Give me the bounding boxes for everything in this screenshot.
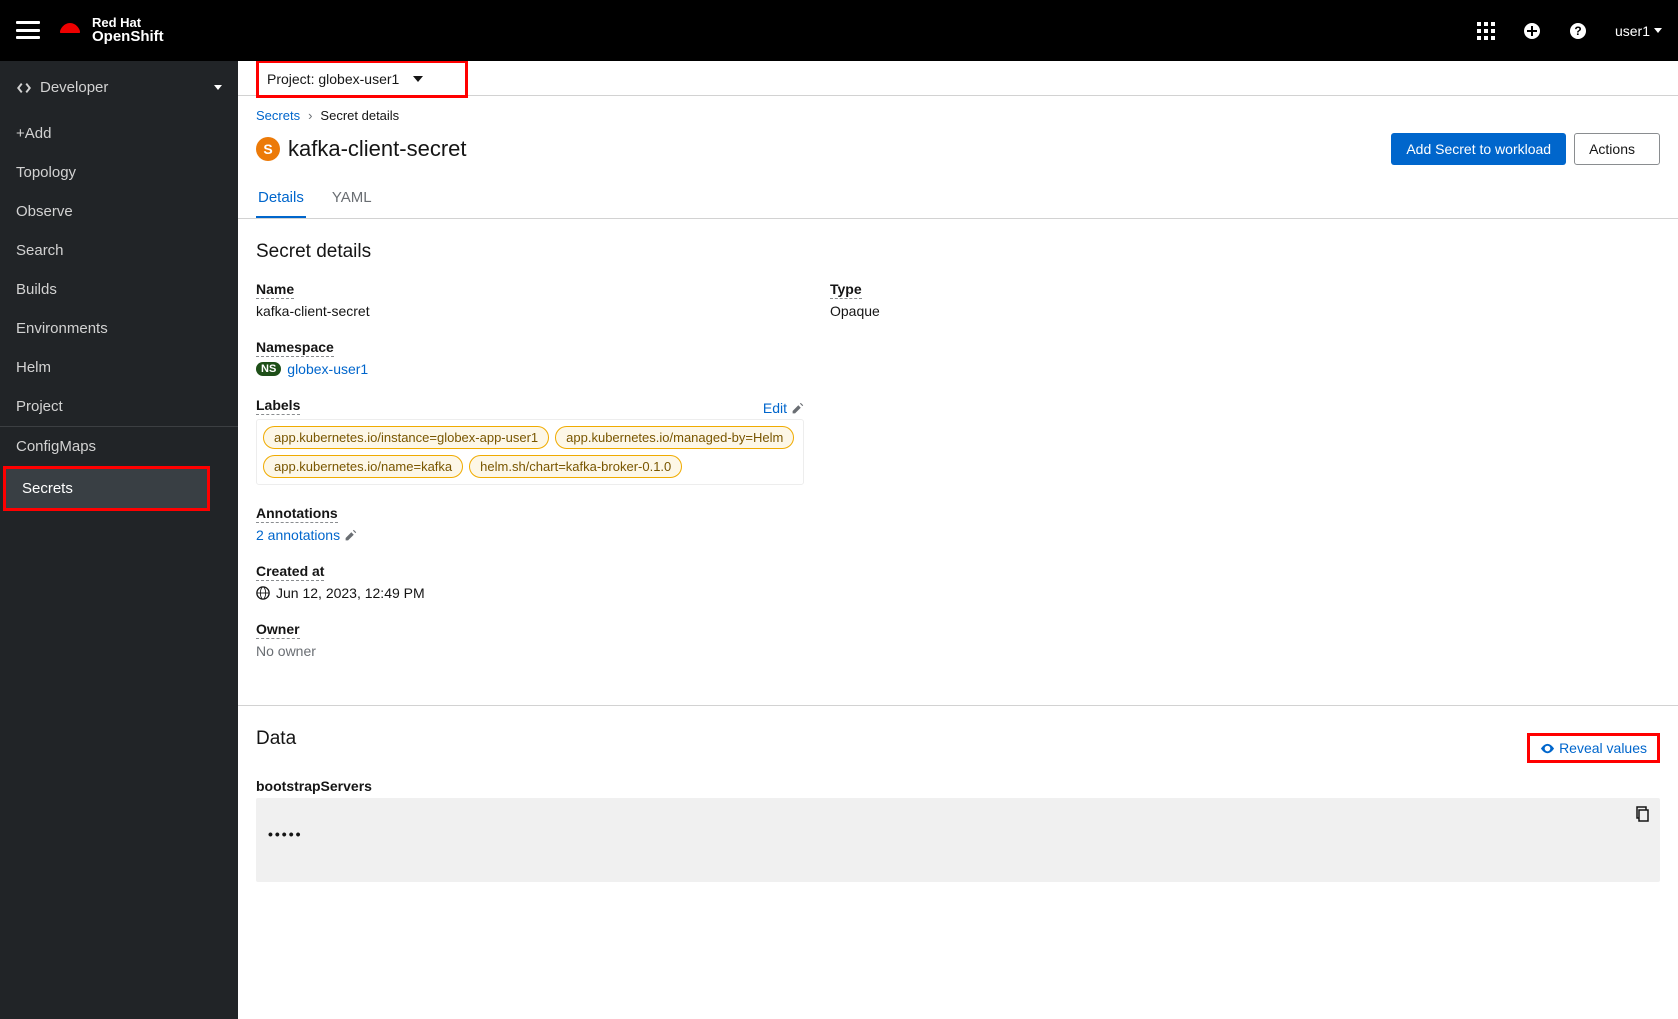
svg-text:?: ? — [1574, 24, 1581, 38]
brand[interactable]: Red Hat OpenShift — [56, 16, 164, 45]
brand-line2: OpenShift — [92, 29, 164, 45]
masthead: Red Hat OpenShift ? user1 — [0, 0, 1678, 61]
sidebar-item-project[interactable]: Project — [0, 387, 238, 426]
created-label: Created at — [256, 563, 324, 581]
details-heading: Secret details — [256, 241, 1660, 263]
details-section: Secret details Name kafka-client-secret … — [238, 219, 1678, 705]
sidebar-item-helm[interactable]: Helm — [0, 348, 238, 387]
pencil-icon[interactable] — [344, 529, 357, 542]
brand-line1: Red Hat — [92, 16, 164, 30]
page-title: kafka-client-secret — [288, 136, 467, 162]
edit-label: Edit — [763, 400, 787, 416]
labels-box: app.kubernetes.io/instance=globex-app-us… — [256, 419, 804, 485]
sidebar-item-configmaps[interactable]: ConfigMaps — [0, 427, 238, 466]
chevron-down-icon — [1654, 28, 1662, 33]
labels-edit-button[interactable]: Edit — [763, 400, 804, 416]
masthead-right: ? user1 — [1477, 22, 1662, 40]
actions-label: Actions — [1589, 141, 1635, 157]
label-chip[interactable]: helm.sh/chart=kafka-broker-0.1.0 — [469, 455, 682, 478]
data-key: bootstrapServers — [256, 778, 1660, 794]
brand-text: Red Hat OpenShift — [92, 16, 164, 45]
project-bar: Project: globex-user1 — [238, 61, 1678, 96]
tab-yaml[interactable]: YAML — [330, 179, 374, 218]
project-name: globex-user1 — [318, 71, 399, 87]
namespace-badge: NS — [256, 362, 281, 376]
data-heading: Data — [256, 728, 296, 750]
created-value: Jun 12, 2023, 12:49 PM — [276, 585, 425, 601]
breadcrumb-root[interactable]: Secrets — [256, 108, 300, 123]
copy-icon[interactable] — [1634, 806, 1650, 822]
label-chip[interactable]: app.kubernetes.io/name=kafka — [263, 455, 463, 478]
sidebar-item-environments[interactable]: Environments — [0, 309, 238, 348]
tabs: Details YAML — [238, 179, 1678, 219]
sidebar-item-topology[interactable]: Topology — [0, 153, 238, 192]
perspective-label: Developer — [40, 79, 108, 96]
tab-details[interactable]: Details — [256, 179, 306, 218]
sidebar-item-observe[interactable]: Observe — [0, 192, 238, 231]
annotations-link[interactable]: 2 annotations — [256, 527, 340, 543]
sidebar-item-builds[interactable]: Builds — [0, 270, 238, 309]
data-section: Data Reveal values bootstrapServers ••••… — [238, 706, 1678, 908]
label-chip[interactable]: app.kubernetes.io/instance=globex-app-us… — [263, 426, 549, 449]
label-chip[interactable]: app.kubernetes.io/managed-by=Helm — [555, 426, 794, 449]
resource-badge: S — [256, 137, 280, 161]
namespace-label: Namespace — [256, 339, 334, 357]
help-icon[interactable]: ? — [1569, 22, 1587, 40]
labels-label: Labels — [256, 397, 300, 415]
add-secret-to-workload-button[interactable]: Add Secret to workload — [1391, 133, 1566, 165]
type-label: Type — [830, 281, 862, 299]
sidebar-item-search[interactable]: Search — [0, 231, 238, 270]
masked-value: ••••• — [268, 826, 1648, 842]
plus-circle-icon[interactable] — [1523, 22, 1541, 40]
hamburger-icon[interactable] — [16, 21, 40, 39]
project-selector[interactable]: Project: globex-user1 — [259, 63, 437, 95]
project-prefix: Project: — [267, 71, 314, 87]
data-value-box: ••••• — [256, 798, 1660, 882]
eye-icon — [1540, 741, 1555, 756]
title-row: S kafka-client-secret Add Secret to work… — [256, 133, 1660, 179]
annotations-label: Annotations — [256, 505, 338, 523]
redhat-hat-icon — [56, 20, 84, 40]
owner-value: No owner — [256, 643, 830, 659]
chevron-down-icon — [214, 85, 222, 90]
pencil-icon — [791, 402, 804, 415]
breadcrumb-separator: › — [308, 108, 312, 123]
name-value: kafka-client-secret — [256, 303, 830, 319]
sidebar-item-add[interactable]: +Add — [0, 114, 238, 153]
name-label: Name — [256, 281, 294, 299]
perspective-switcher[interactable]: Developer — [0, 61, 238, 114]
user-name: user1 — [1615, 23, 1650, 39]
user-menu[interactable]: user1 — [1615, 23, 1662, 39]
content: Project: globex-user1 Secrets › Secret d… — [238, 61, 1678, 1019]
masthead-left: Red Hat OpenShift — [16, 16, 164, 45]
owner-label: Owner — [256, 621, 300, 639]
reveal-label: Reveal values — [1559, 740, 1647, 756]
breadcrumb-current: Secret details — [320, 108, 399, 123]
globe-icon — [256, 586, 270, 600]
namespace-link[interactable]: globex-user1 — [287, 361, 368, 377]
code-icon — [16, 80, 32, 96]
reveal-values-button[interactable]: Reveal values — [1540, 740, 1647, 756]
page-head: Secrets › Secret details S kafka-client-… — [238, 96, 1678, 179]
sidebar-item-secrets[interactable]: Secrets — [3, 466, 210, 511]
apps-grid-icon[interactable] — [1477, 22, 1495, 40]
sidebar: Developer +Add Topology Observe Search B… — [0, 61, 238, 1019]
type-value: Opaque — [830, 303, 1660, 319]
actions-menu[interactable]: Actions — [1574, 133, 1660, 165]
chevron-down-icon — [413, 76, 423, 82]
breadcrumb: Secrets › Secret details — [256, 108, 1660, 123]
